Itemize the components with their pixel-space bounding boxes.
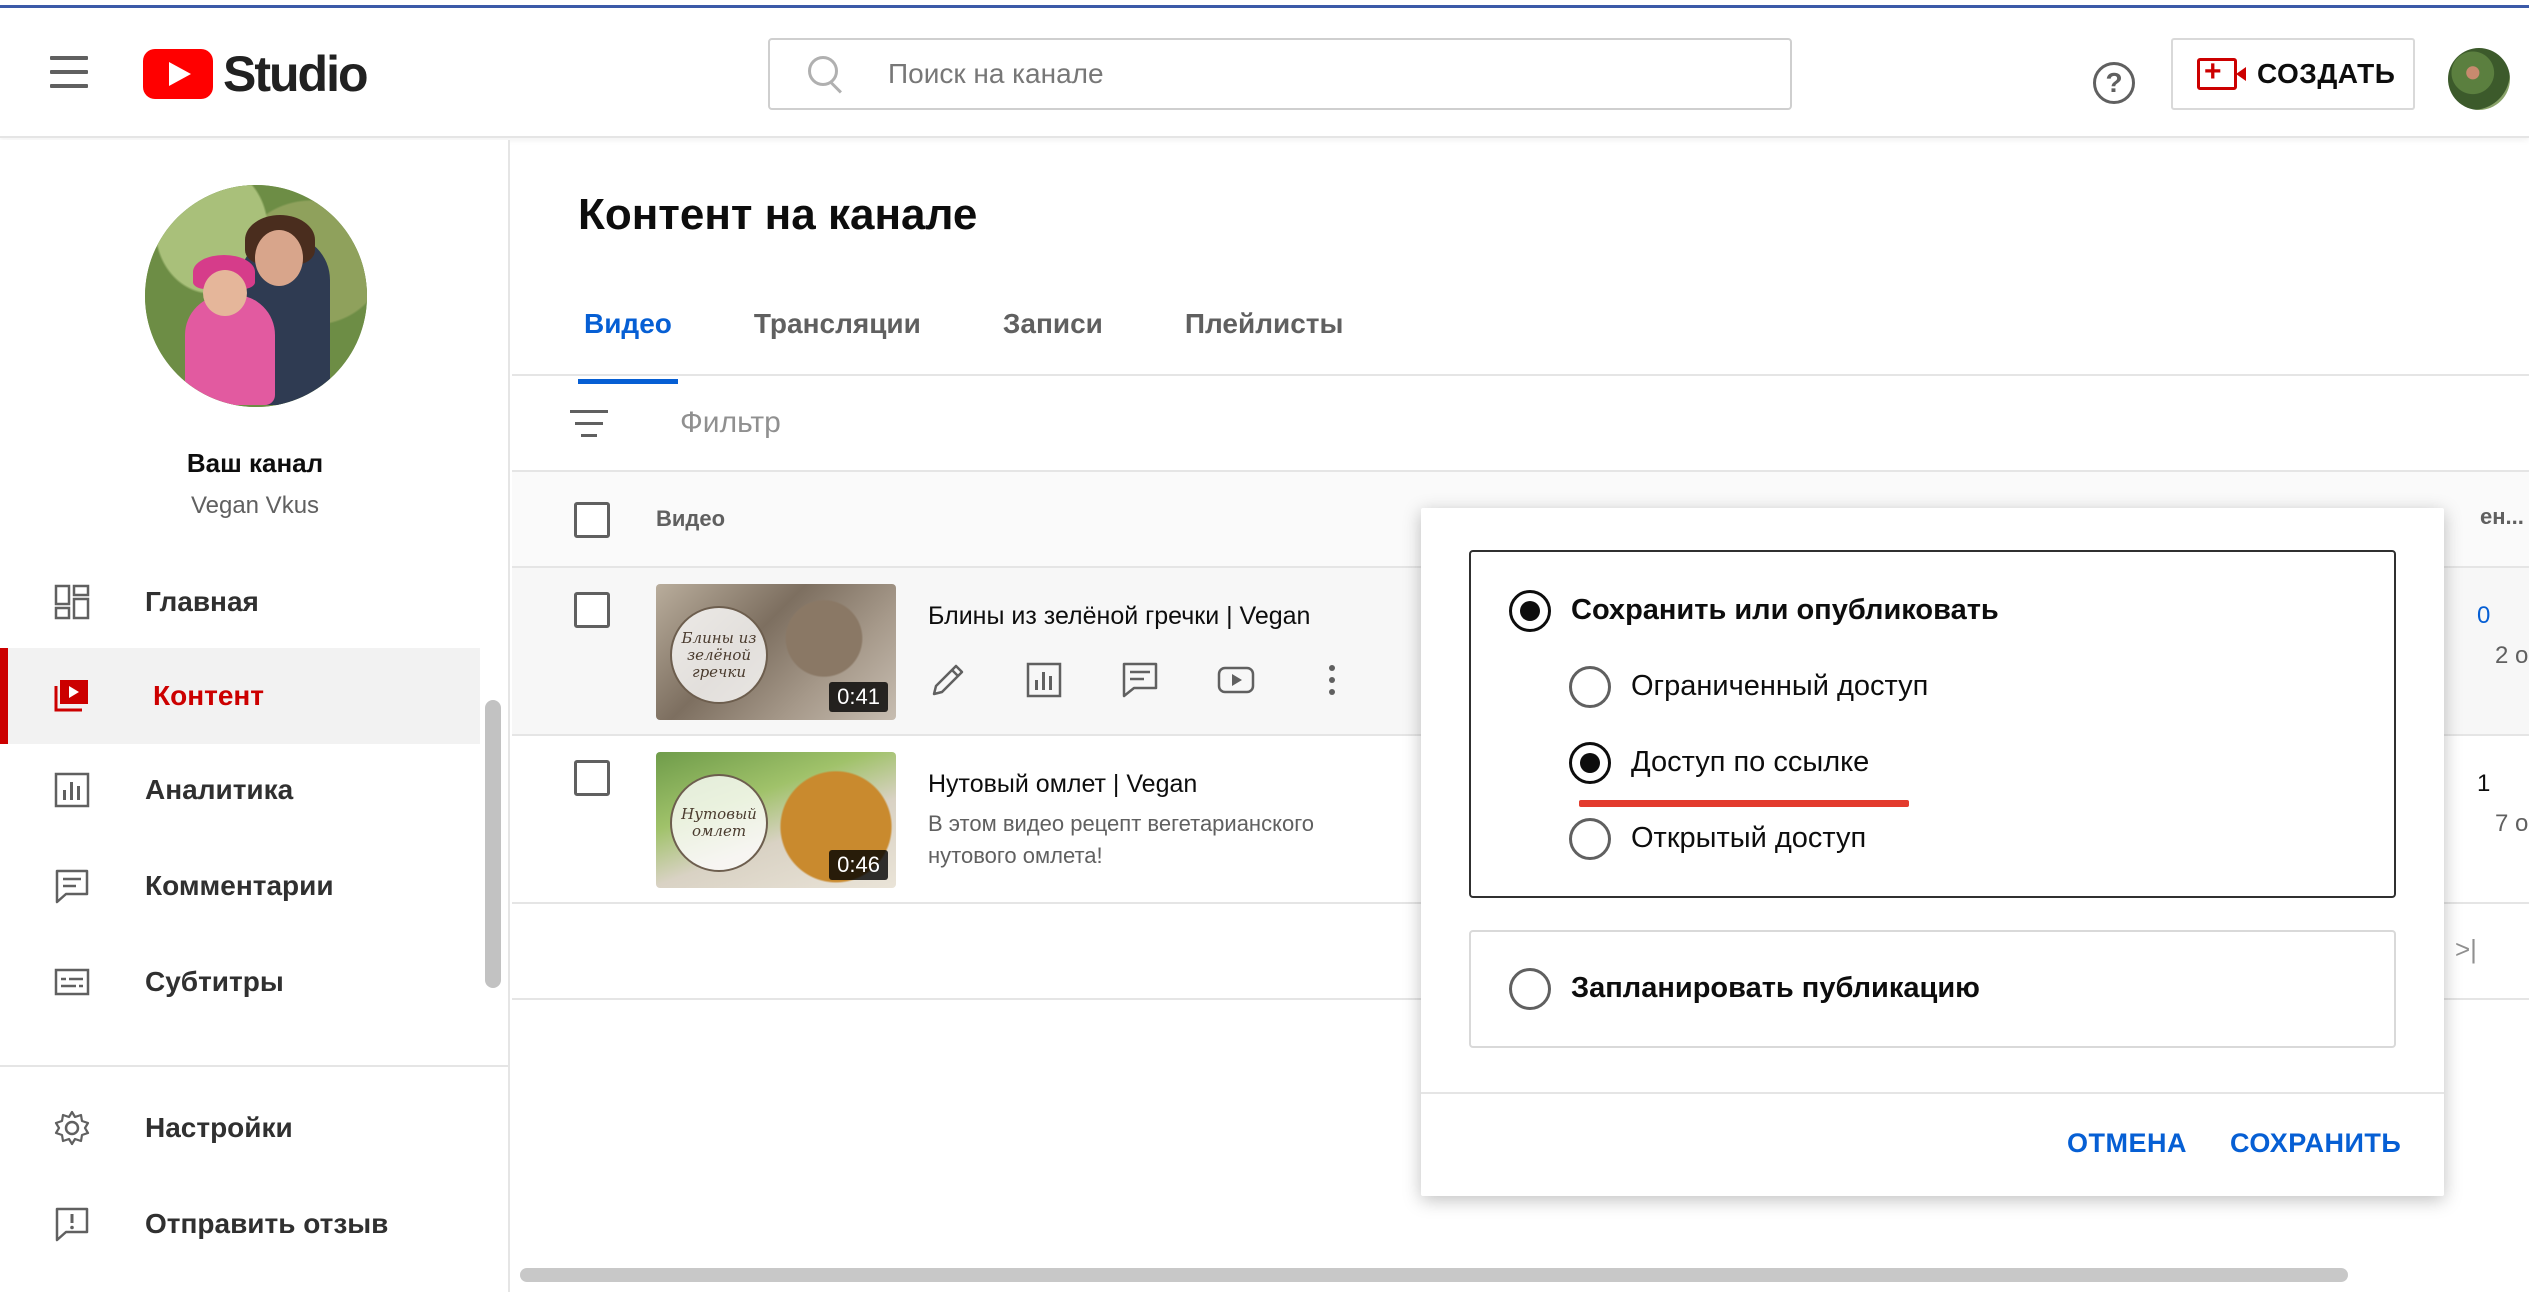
radio-label-private: Ограниченный доступ [1631,670,1929,702]
radio-schedule[interactable] [1509,968,1551,1010]
youtube-play-icon[interactable] [1216,660,1256,700]
row-stat-value[interactable]: 0 [2477,602,2490,630]
menu-icon[interactable] [50,56,92,88]
sidebar-item-label: Контент [153,680,265,711]
radio-label-unlisted: Доступ по ссылке [1631,746,1870,778]
radio-label-public: Открытый доступ [1631,822,1867,854]
tab-videos[interactable]: Видео [578,290,678,384]
radio-private[interactable] [1569,666,1611,708]
video-description: В этом видео рецепт вегетарианского нуто… [928,811,1314,868]
sidebar-item-settings[interactable]: Настройки [0,1080,480,1176]
sidebar-item-label: Настройки [145,1112,293,1143]
window-top-border [0,0,2529,8]
content-tabs: Видео Трансляции Записи Плейлисты [578,290,1419,384]
dashboard-icon [54,584,90,620]
sidebar-item-feedback[interactable]: Отправить отзыв [0,1176,480,1272]
help-icon[interactable]: ? [2093,62,2135,104]
radio-label-save-publish: Сохранить или опубликовать [1571,594,1999,626]
account-avatar[interactable] [2448,48,2510,110]
sidebar-item-label: Аналитика [145,774,294,805]
filter-icon[interactable] [570,410,610,440]
create-button-label: СОЗДАТЬ [2257,58,2396,89]
sidebar: Ваш канал Vegan Vkus Главная Контент Ана… [0,140,510,1292]
channel-name: Vegan Vkus [190,492,320,519]
cancel-button[interactable]: ОТМЕНА [2067,1128,2187,1159]
logo-text: Studio [223,46,369,102]
search-icon[interactable] [806,54,846,94]
channel-title: Ваш канал [186,448,324,478]
sidebar-item-content[interactable]: Контент [0,648,480,744]
filter-bar: Фильтр [512,376,2529,472]
feedback-icon [55,1207,89,1242]
create-button[interactable]: СОЗДАТЬ [2171,38,2415,110]
row-actions [928,660,1408,700]
radio-unlisted[interactable] [1569,742,1611,784]
search-box[interactable] [768,38,1792,110]
gear-icon [54,1110,90,1146]
column-header-truncated[interactable]: ен... [2480,504,2524,530]
video-duration: 0:41 [829,682,888,712]
thumbnail-caption: Блины из зелёной гречки [670,606,768,704]
tab-live[interactable]: Трансляции [748,290,927,374]
sidebar-item-comments[interactable]: Комментарии [0,838,480,934]
tab-posts[interactable]: Записи [997,290,1109,374]
thumbnail-caption: Нутовый омлет [670,774,768,872]
youtube-play-icon [143,49,213,99]
analytics-icon [54,772,90,808]
video-title[interactable]: Нутовый омлет | Vegan [928,770,1197,799]
save-or-publish-section: Сохранить или опубликовать Ограниченный … [1469,550,2396,898]
row-stat-subtext: 7 о [2495,810,2529,837]
sidebar-item-subtitles[interactable]: Субтитры [0,934,480,1030]
row-stat-value: 1 [2477,770,2491,797]
last-page-icon[interactable]: >| [2455,934,2477,965]
video-duration: 0:46 [829,850,888,880]
youtube-studio-logo[interactable]: Studio [143,46,369,102]
edit-pencil-icon[interactable] [928,660,968,700]
sidebar-item-label: Отправить отзыв [145,1208,389,1239]
page-title: Контент на канале [578,190,978,239]
sidebar-divider [0,1065,510,1067]
schedule-section: Запланировать публикацию [1469,930,2396,1048]
video-title[interactable]: Блины из зелёной гречки | Vegan [928,602,1310,631]
column-header-video[interactable]: Видео [656,506,725,532]
comments-icon[interactable] [1120,660,1160,700]
content-icon [54,680,88,712]
highlight-underline [1579,800,1909,807]
row-checkbox[interactable] [574,592,610,628]
select-all-checkbox[interactable] [574,502,610,538]
more-options-icon[interactable] [1312,660,1352,700]
analytics-icon[interactable] [1024,660,1064,700]
sidebar-scrollbar[interactable] [485,700,501,988]
sidebar-item-analytics[interactable]: Аналитика [0,742,480,838]
filter-input[interactable]: Фильтр [680,406,781,440]
create-video-icon [2197,55,2246,90]
subtitles-icon [54,968,90,996]
comments-icon [55,869,89,904]
horizontal-scrollbar[interactable] [520,1268,2348,1282]
search-input[interactable] [888,58,1738,90]
top-app-bar: Studio ? СОЗДАТЬ [0,8,2529,138]
row-checkbox[interactable] [574,760,610,796]
tab-playlists[interactable]: Плейлисты [1179,290,1350,374]
video-thumbnail[interactable]: Нутовый омлет 0:46 [656,752,896,888]
channel-avatar[interactable] [145,185,367,407]
sidebar-item-label: Комментарии [145,870,334,901]
radio-public[interactable] [1569,818,1611,860]
sidebar-item-dashboard[interactable]: Главная [0,554,480,650]
save-button[interactable]: СОХРАНИТЬ [2230,1128,2401,1159]
popup-footer-divider [1421,1092,2444,1094]
video-thumbnail[interactable]: Блины из зелёной гречки 0:41 [656,584,896,720]
sidebar-item-label: Субтитры [145,966,284,997]
visibility-popup: Сохранить или опубликовать Ограниченный … [1421,508,2444,1196]
row-stat-subtext: 2 о [2495,642,2529,669]
sidebar-item-label: Главная [145,586,259,617]
radio-save-publish[interactable] [1509,590,1551,632]
radio-label-schedule: Запланировать публикацию [1571,972,1980,1004]
